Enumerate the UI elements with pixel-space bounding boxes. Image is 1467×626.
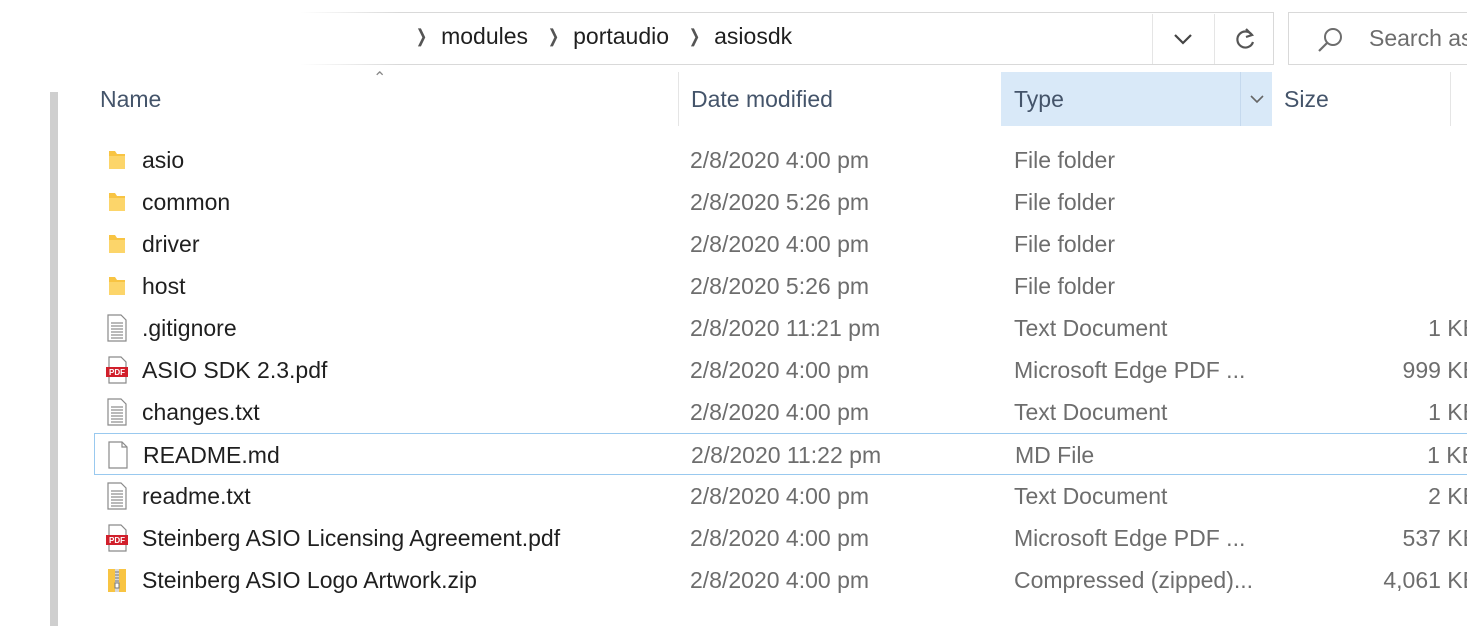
file-list: ⌃ Name Date modified Type Size asio 2/8/… bbox=[50, 70, 1467, 626]
file-type: File folder bbox=[1014, 272, 1115, 299]
blank-file-icon bbox=[105, 434, 131, 476]
folder-icon bbox=[104, 139, 130, 181]
file-row[interactable]: Steinberg ASIO Logo Artwork.zip 2/8/2020… bbox=[94, 559, 1467, 601]
file-type: File folder bbox=[1014, 230, 1115, 257]
file-name: readme.txt bbox=[142, 482, 251, 509]
svg-text:PDF: PDF bbox=[109, 368, 125, 377]
type-filter-button[interactable] bbox=[1240, 72, 1273, 126]
file-size: 999 KB bbox=[1402, 356, 1467, 383]
file-row[interactable]: README.md 2/8/2020 11:22 pm MD File 1 KB bbox=[94, 433, 1467, 475]
file-date-modified: 2/8/2020 11:22 pm bbox=[691, 441, 882, 468]
breadcrumb: ❯ modules ❯ portaudio ❯ asiosdk bbox=[410, 20, 806, 52]
file-size: 537 KB bbox=[1402, 524, 1467, 551]
column-header-size[interactable]: Size bbox=[1284, 72, 1464, 126]
file-row[interactable]: asio 2/8/2020 4:00 pm File folder bbox=[94, 139, 1467, 181]
column-header-date[interactable]: Date modified bbox=[691, 72, 1001, 126]
file-date-modified: 2/8/2020 5:26 pm bbox=[690, 188, 870, 215]
chevron-right-icon[interactable]: ❯ bbox=[416, 26, 427, 47]
file-type: Microsoft Edge PDF ... bbox=[1014, 524, 1246, 551]
file-row[interactable]: PDF Steinberg ASIO Licensing Agreement.p… bbox=[94, 517, 1467, 559]
pdf-file-icon: PDF bbox=[104, 517, 130, 559]
column-headers: ⌃ Name Date modified Type Size bbox=[50, 70, 1467, 126]
text-file-icon bbox=[104, 475, 130, 517]
folder-icon bbox=[104, 181, 130, 223]
file-row[interactable]: changes.txt 2/8/2020 4:00 pm Text Docume… bbox=[94, 391, 1467, 433]
column-header-type-label: Type bbox=[1014, 85, 1064, 112]
file-row[interactable]: .gitignore 2/8/2020 11:21 pm Text Docume… bbox=[94, 307, 1467, 349]
file-name: ASIO SDK 2.3.pdf bbox=[142, 356, 328, 383]
file-row[interactable]: host 2/8/2020 5:26 pm File folder bbox=[94, 265, 1467, 307]
pdf-file-icon: PDF bbox=[104, 349, 130, 391]
file-size: 2 KB bbox=[1428, 482, 1467, 509]
text-file-icon bbox=[104, 391, 130, 433]
file-type: Text Document bbox=[1014, 482, 1168, 509]
file-name: Steinberg ASIO Licensing Agreement.pdf bbox=[142, 524, 561, 551]
column-header-type[interactable]: Type bbox=[1001, 72, 1272, 126]
file-row[interactable]: readme.txt 2/8/2020 4:00 pm Text Documen… bbox=[94, 475, 1467, 517]
file-name: README.md bbox=[143, 441, 280, 468]
file-size: 1 KB bbox=[1428, 398, 1467, 425]
zip-file-icon bbox=[104, 559, 130, 601]
file-row[interactable]: common 2/8/2020 5:26 pm File folder bbox=[94, 181, 1467, 223]
chevron-right-icon[interactable]: ❯ bbox=[689, 26, 700, 47]
search-placeholder: Search as bbox=[1369, 25, 1467, 51]
file-name: driver bbox=[142, 230, 200, 257]
svg-text:PDF: PDF bbox=[109, 536, 125, 545]
chevron-down-icon bbox=[1250, 94, 1264, 103]
file-date-modified: 2/8/2020 5:26 pm bbox=[690, 272, 870, 299]
folder-icon bbox=[104, 265, 130, 307]
recent-locations-button[interactable] bbox=[1152, 14, 1213, 64]
refresh-button[interactable] bbox=[1214, 14, 1275, 64]
file-date-modified: 2/8/2020 4:00 pm bbox=[690, 356, 870, 383]
file-size: 1 KB bbox=[1428, 314, 1467, 341]
column-divider[interactable] bbox=[678, 72, 679, 126]
file-type: File folder bbox=[1014, 146, 1115, 173]
file-date-modified: 2/8/2020 4:00 pm bbox=[690, 566, 870, 593]
file-name: .gitignore bbox=[142, 314, 237, 341]
file-date-modified: 2/8/2020 4:00 pm bbox=[690, 398, 870, 425]
file-date-modified: 2/8/2020 4:00 pm bbox=[690, 524, 870, 551]
file-size: 4,061 KB bbox=[1383, 566, 1467, 593]
file-name: common bbox=[142, 188, 231, 215]
file-type: File folder bbox=[1014, 188, 1115, 215]
folder-icon bbox=[104, 223, 130, 265]
breadcrumb-asiosdk[interactable]: asiosdk bbox=[714, 23, 792, 50]
column-divider[interactable] bbox=[1450, 72, 1451, 126]
file-type: Compressed (zipped)... bbox=[1014, 566, 1254, 593]
column-header-name[interactable]: Name bbox=[100, 72, 678, 126]
file-row[interactable]: driver 2/8/2020 4:00 pm File folder bbox=[94, 223, 1467, 265]
breadcrumb-portaudio[interactable]: portaudio bbox=[573, 23, 669, 50]
refresh-icon bbox=[1236, 28, 1255, 49]
file-date-modified: 2/8/2020 4:00 pm bbox=[690, 482, 870, 509]
breadcrumb-modules[interactable]: modules bbox=[441, 23, 528, 50]
file-name: asio bbox=[142, 146, 185, 173]
file-size: 1 KB bbox=[1427, 441, 1467, 468]
file-name: host bbox=[142, 272, 186, 299]
address-bar: ❯ modules ❯ portaudio ❯ asiosdk Search a… bbox=[0, 0, 1467, 72]
text-file-icon bbox=[104, 307, 130, 349]
search-icon bbox=[1318, 28, 1342, 52]
file-name: changes.txt bbox=[142, 398, 260, 425]
file-row[interactable]: PDF ASIO SDK 2.3.pdf 2/8/2020 4:00 pm Mi… bbox=[94, 349, 1467, 391]
file-date-modified: 2/8/2020 4:00 pm bbox=[690, 230, 870, 257]
file-rows: asio 2/8/2020 4:00 pm File folder common… bbox=[50, 139, 1467, 601]
file-type: Text Document bbox=[1014, 398, 1168, 425]
search-box[interactable]: Search as bbox=[1288, 12, 1467, 65]
chevron-down-icon bbox=[1174, 34, 1192, 45]
file-date-modified: 2/8/2020 4:00 pm bbox=[690, 146, 870, 173]
chevron-right-icon[interactable]: ❯ bbox=[548, 26, 559, 47]
file-type: Microsoft Edge PDF ... bbox=[1014, 356, 1246, 383]
file-date-modified: 2/8/2020 11:21 pm bbox=[690, 314, 881, 341]
file-type: MD File bbox=[1015, 441, 1095, 468]
file-name: Steinberg ASIO Logo Artwork.zip bbox=[142, 566, 477, 593]
file-type: Text Document bbox=[1014, 314, 1168, 341]
address-fade bbox=[0, 0, 400, 70]
